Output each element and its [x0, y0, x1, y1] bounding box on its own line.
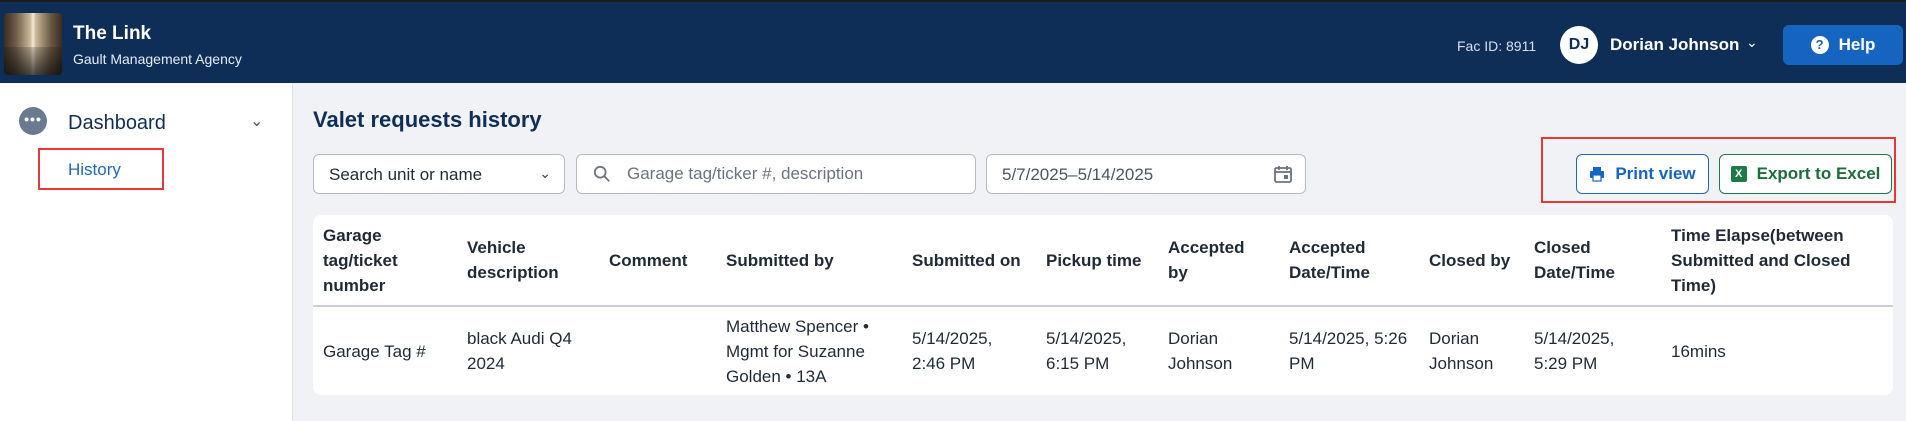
unit-select[interactable]: Search unit or name ⌄: [313, 154, 565, 194]
facility-id: Fac ID: 8911: [1457, 38, 1537, 54]
table-cell: 5/14/2025, 5:26 PM: [1289, 329, 1408, 373]
printer-icon: [1590, 167, 1605, 182]
column-header: Submitted by: [716, 215, 902, 307]
history-table-card: Garage tag/ticket number Vehicle descrip…: [313, 215, 1893, 395]
column-header: Time Elapse(between Submitted and Closed…: [1661, 215, 1893, 307]
calendar-icon[interactable]: [1273, 164, 1293, 184]
unit-select-value: Search unit or name: [329, 165, 483, 184]
search-input[interactable]: [627, 155, 967, 193]
chevron-down-icon: ⌄: [539, 165, 551, 181]
table-cell: Dorian Johnson: [1429, 329, 1494, 373]
date-range-field[interactable]: 5/7/2025–5/14/2025: [986, 154, 1306, 194]
chevron-down-icon[interactable]: ⌄: [1746, 34, 1758, 51]
table-cell: 5/14/2025, 6:15 PM: [1046, 329, 1127, 373]
table-cell: Dorian Johnson: [1168, 329, 1233, 373]
table-cell: Garage Tag #: [323, 341, 426, 361]
app-subtitle: Gault Management Agency: [73, 51, 242, 67]
column-header: Garage tag/ticket number: [313, 215, 457, 307]
search-field[interactable]: [576, 154, 976, 194]
table-cell: Matthew Spencer • Mgmt for Suzanne Golde…: [726, 316, 869, 386]
print-view-button[interactable]: Print view: [1576, 154, 1709, 194]
export-excel-button[interactable]: X Export to Excel: [1719, 154, 1892, 194]
column-header: Comment: [599, 215, 716, 307]
export-excel-label: Export to Excel: [1756, 164, 1881, 183]
chevron-down-icon[interactable]: ⌄: [250, 111, 263, 131]
search-icon: [593, 165, 610, 182]
page-title: Valet requests history: [313, 107, 542, 132]
column-header: Accepted Date/Time: [1279, 215, 1419, 307]
sidebar: ••• Dashboard ⌄ History: [0, 83, 293, 421]
column-header: Closed by: [1419, 215, 1524, 307]
table-cell: [599, 306, 716, 395]
sidebar-item-history[interactable]: History: [38, 148, 164, 190]
top-bar: The Link Gault Management Agency Fac ID:…: [0, 0, 1906, 83]
dots-icon: •••: [19, 107, 47, 135]
column-header: Closed Date/Time: [1524, 215, 1661, 307]
table-cell: black Audi Q4 2024: [467, 329, 572, 373]
sidebar-item-dashboard[interactable]: Dashboard: [68, 112, 166, 135]
table-cell: 5/14/2025, 5:29 PM: [1534, 329, 1615, 373]
help-button[interactable]: ? Help: [1783, 25, 1903, 65]
app-logo[interactable]: [4, 13, 62, 75]
table-cell: 16mins: [1671, 341, 1726, 361]
table-cell: 5/14/2025, 2:46 PM: [912, 329, 993, 373]
column-header: Accepted by: [1158, 215, 1279, 307]
excel-icon: X: [1730, 166, 1747, 182]
date-range-value: 5/7/2025–5/14/2025: [1002, 165, 1154, 184]
column-header: Submitted on: [902, 215, 1036, 307]
column-header: Pickup time: [1036, 215, 1158, 307]
column-header: Vehicle description: [457, 215, 599, 307]
table-row[interactable]: Garage Tag # black Audi Q4 2024 Matthew …: [313, 306, 1893, 395]
help-label: Help: [1838, 35, 1876, 54]
table-header-row: Garage tag/ticket number Vehicle descrip…: [313, 215, 1893, 307]
print-view-label: Print view: [1615, 164, 1696, 183]
history-table: Garage tag/ticket number Vehicle descrip…: [313, 215, 1893, 395]
help-icon: ?: [1810, 36, 1829, 54]
avatar[interactable]: DJ: [1560, 26, 1598, 64]
app-title: The Link: [73, 23, 152, 44]
user-menu-name[interactable]: Dorian Johnson: [1610, 35, 1739, 55]
